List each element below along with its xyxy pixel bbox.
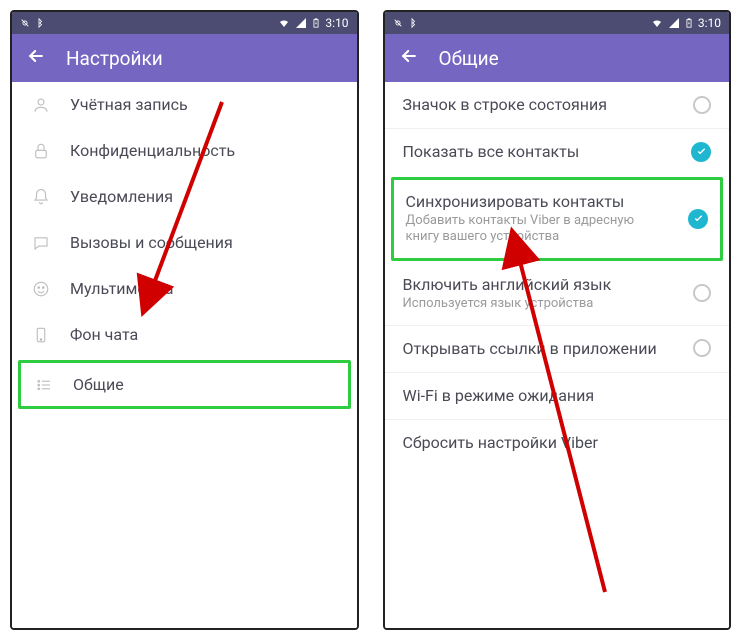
row-open-links-in-app[interactable]: Открывать ссылки в приложении	[385, 326, 730, 372]
status-bar: 3:10	[385, 12, 730, 34]
row-privacy[interactable]: Конфиденциальность	[12, 128, 357, 174]
row-account[interactable]: Учётная запись	[12, 82, 357, 128]
screen-title: Общие	[439, 47, 499, 70]
check-on-icon[interactable]	[688, 209, 708, 229]
row-label: Сбросить настройки Viber	[403, 433, 712, 452]
screen-title: Настройки	[66, 47, 163, 70]
row-general[interactable]: Общие	[18, 360, 351, 409]
row-sync-contacts[interactable]: Синхронизировать контакты Добавить конта…	[391, 177, 724, 261]
radio-off-icon[interactable]	[693, 96, 711, 114]
wifi-icon	[277, 17, 291, 29]
row-calls-messages[interactable]: Вызовы и сообщения	[12, 220, 357, 266]
status-time: 3:10	[325, 16, 348, 30]
row-label: Показать все контакты	[403, 142, 674, 161]
row-media[interactable]: Мультимедиа	[12, 266, 357, 312]
check-on-icon[interactable]	[691, 142, 711, 162]
status-time: 3:10	[698, 16, 721, 30]
mute-icon	[393, 18, 403, 28]
bluetooth-icon	[34, 17, 44, 29]
row-label: Конфиденциальность	[70, 141, 339, 160]
battery-icon	[684, 16, 694, 30]
phone-left-settings: 3:10 Настройки Учётная запись Конфиденци…	[10, 10, 359, 630]
row-label: Фон чата	[70, 325, 339, 344]
row-show-all-contacts[interactable]: Показать все контакты	[385, 129, 730, 175]
row-notifications[interactable]: Уведомления	[12, 174, 357, 220]
back-button[interactable]	[399, 46, 419, 71]
user-icon	[30, 96, 52, 114]
row-label: Открывать ссылки в приложении	[403, 339, 676, 358]
row-status-icon[interactable]: Значок в строке состояния	[385, 82, 730, 128]
mute-icon	[20, 18, 30, 28]
row-reset-settings[interactable]: Сбросить настройки Viber	[385, 420, 730, 466]
app-bar: Настройки	[12, 34, 357, 82]
row-label: Уведомления	[70, 187, 339, 206]
row-label: Вызовы и сообщения	[70, 233, 339, 252]
media-icon	[30, 280, 52, 298]
row-chat-background[interactable]: Фон чата	[12, 312, 357, 358]
bluetooth-icon	[407, 17, 417, 29]
settings-list: Учётная запись Конфиденциальность Уведом…	[12, 82, 357, 628]
row-label: Мультимедиа	[70, 279, 339, 298]
bell-icon	[30, 188, 52, 206]
battery-icon	[311, 16, 321, 30]
back-button[interactable]	[26, 46, 46, 71]
signal-icon	[668, 17, 680, 29]
radio-off-icon[interactable]	[693, 339, 711, 357]
row-wifi-standby[interactable]: Wi-Fi в режиме ожидания	[385, 373, 730, 419]
row-label: Включить английский язык	[403, 275, 676, 294]
status-bar: 3:10	[12, 12, 357, 34]
phone-icon	[30, 326, 52, 344]
radio-off-icon[interactable]	[693, 284, 711, 302]
row-english-language[interactable]: Включить английский язык Используется яз…	[385, 263, 730, 325]
row-label: Wi-Fi в режиме ожидания	[403, 386, 712, 405]
row-label: Учётная запись	[70, 95, 339, 114]
general-list: Значок в строке состояния Показать все к…	[385, 82, 730, 628]
row-sublabel: Добавить контакты Viber в адресную книгу…	[406, 213, 671, 246]
wifi-icon	[650, 17, 664, 29]
row-label: Значок в строке состояния	[403, 95, 676, 114]
row-sublabel: Используется язык устройства	[403, 296, 676, 312]
signal-icon	[295, 17, 307, 29]
row-label: Синхронизировать контакты	[406, 192, 671, 211]
row-label: Общие	[73, 375, 336, 394]
phone-right-general: 3:10 Общие Значок в строке состояния Пок…	[383, 10, 732, 630]
chat-icon	[30, 234, 52, 252]
list-icon	[33, 376, 55, 394]
lock-icon	[30, 142, 52, 160]
app-bar: Общие	[385, 34, 730, 82]
